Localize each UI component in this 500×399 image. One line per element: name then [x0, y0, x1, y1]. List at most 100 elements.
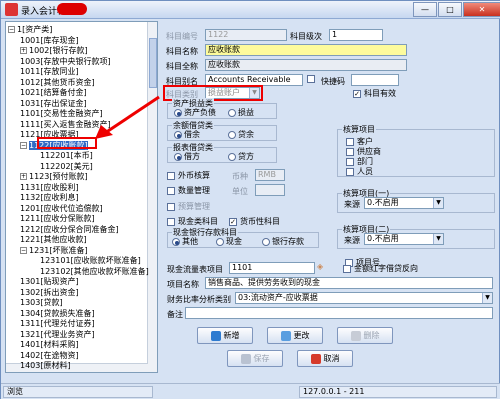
- tree-vertical-scrollbar[interactable]: [147, 22, 157, 372]
- tree-node[interactable]: 1201[应收代位追偿款]: [20, 203, 103, 214]
- qty-checkbox[interactable]: 数量管理: [167, 185, 210, 196]
- cashflow-field[interactable]: 1101: [229, 262, 315, 274]
- delete-button[interactable]: 删除: [337, 327, 393, 344]
- debit-radio[interactable]: 借余: [174, 129, 200, 140]
- foreign-checkbox[interactable]: 外币核算: [167, 170, 210, 181]
- chevron-down-icon[interactable]: ▼: [433, 234, 443, 244]
- budget-checkbox[interactable]: 预算管理: [167, 201, 210, 212]
- shortcode-field[interactable]: [351, 74, 399, 86]
- tree-node[interactable]: 1011[存放同业]: [20, 66, 79, 77]
- ratio-select[interactable]: 03:流动资产-应收票据 ▼: [235, 292, 493, 304]
- tree-expander-icon[interactable]: −: [8, 26, 15, 33]
- shortcode-flag[interactable]: [307, 74, 318, 83]
- radio-dot[interactable]: [216, 237, 224, 246]
- checkbox-box[interactable]: [346, 157, 354, 166]
- lookup-icon[interactable]: ◈: [317, 262, 323, 271]
- account-tree[interactable]: −1[资产类] 1001[库存现金] +1002[银行存款] 1003[存放中央银行款…: [5, 21, 158, 373]
- radio-dot[interactable]: [174, 130, 182, 139]
- item-field[interactable]: 销售商品、提供劳务收到的现金: [205, 277, 493, 289]
- radio-dot[interactable]: [174, 152, 182, 161]
- checkbox-box[interactable]: [346, 137, 354, 146]
- tree-node[interactable]: 112202[美元]: [40, 161, 93, 172]
- cash-radio[interactable]: 现金: [216, 236, 242, 247]
- checkbox-box[interactable]: [167, 186, 175, 195]
- shortcode-checkbox[interactable]: [307, 74, 315, 83]
- unit-field[interactable]: [255, 184, 285, 196]
- maximize-button[interactable]: □: [438, 2, 462, 17]
- tree-node[interactable]: 1012[其他货币资金]: [20, 77, 95, 88]
- aux2-select[interactable]: 0.不启用 ▼: [364, 233, 444, 245]
- radio-dot[interactable]: [172, 237, 180, 246]
- tree-node[interactable]: 1301[贴现资产]: [20, 276, 79, 287]
- tree-node[interactable]: 1311[代理兑付证券]: [20, 318, 95, 329]
- edit-button[interactable]: 更改: [267, 327, 323, 344]
- tree-node[interactable]: 1302[拆出资金]: [20, 287, 79, 298]
- tree-node[interactable]: 1221[其他应收款]: [20, 234, 87, 245]
- cancel-button[interactable]: 取消: [297, 350, 353, 367]
- report-debit-radio[interactable]: 借方: [174, 151, 200, 162]
- checkbox-box[interactable]: [346, 167, 354, 176]
- tree-expander-icon[interactable]: −: [20, 246, 27, 254]
- tree-node[interactable]: 1402[在途物资]: [20, 350, 79, 361]
- tree-node[interactable]: 1401[材料采购]: [20, 339, 79, 350]
- monetary-checkbox[interactable]: ✓ 货币性科目: [229, 216, 280, 227]
- check-icon[interactable]: ✓: [229, 217, 237, 226]
- tree-node[interactable]: 1403[原材料]: [20, 360, 71, 371]
- checkbox-box[interactable]: [346, 147, 354, 156]
- chevron-down-icon[interactable]: ▼: [433, 198, 443, 208]
- tree-node[interactable]: 1131[应收股利]: [20, 182, 79, 193]
- tree-node[interactable]: 1303[贷款]: [20, 297, 63, 308]
- radio-dot[interactable]: [228, 108, 236, 117]
- tree-node[interactable]: −1231[坏账准备]: [20, 245, 88, 256]
- checkbox-box[interactable]: [167, 217, 175, 226]
- tree-node[interactable]: 1211[应收分保账款]: [20, 213, 95, 224]
- checkbox-box[interactable]: [167, 171, 175, 180]
- valid-checkbox[interactable]: ✓ 科目有效: [353, 88, 396, 99]
- credit-radio[interactable]: 贷余: [228, 129, 254, 140]
- save-button[interactable]: 保存: [227, 350, 283, 367]
- chevron-down-icon[interactable]: ▼: [249, 88, 259, 98]
- checkbox-box[interactable]: [343, 264, 351, 273]
- check-icon[interactable]: ✓: [353, 89, 361, 98]
- tree-node[interactable]: +1123[预付账款]: [20, 171, 88, 182]
- tree-node[interactable]: 1304[贷款损失准备]: [20, 308, 95, 319]
- minimize-button[interactable]: —: [413, 2, 437, 17]
- radio-dot[interactable]: [228, 152, 236, 161]
- person-checkbox[interactable]: 人员: [346, 166, 373, 177]
- tree-node[interactable]: 1001[库存现金]: [20, 35, 79, 46]
- cash-class-checkbox[interactable]: 现金类科目: [167, 216, 218, 227]
- radio-dot[interactable]: [228, 130, 236, 139]
- tree-expander-icon[interactable]: +: [20, 173, 27, 180]
- bank-radio[interactable]: 银行存款: [262, 236, 304, 247]
- other-radio[interactable]: 其他: [172, 236, 198, 247]
- tree-node[interactable]: 1321[代理业务资产]: [20, 329, 95, 340]
- asset-debt-radio[interactable]: 资产负债: [174, 107, 216, 118]
- code-field[interactable]: 1122: [205, 29, 287, 41]
- redflag-checkbox[interactable]: 金额红字借贷反向: [343, 263, 418, 274]
- new-button[interactable]: 新增: [197, 327, 253, 344]
- tree-node[interactable]: −1[资产类]: [8, 24, 52, 35]
- tree-node[interactable]: 1021[结算备付金]: [20, 87, 87, 98]
- tree-expander-icon[interactable]: −: [20, 141, 27, 149]
- remark-field[interactable]: [185, 307, 493, 319]
- report-credit-radio[interactable]: 贷方: [228, 151, 254, 162]
- scroll-thumb[interactable]: [149, 38, 157, 88]
- tree-node[interactable]: 123102[其他应收款坏账准备]: [40, 266, 149, 277]
- radio-dot[interactable]: [262, 237, 270, 246]
- tree-node[interactable]: 1212[应收分保合同准备金]: [20, 224, 119, 235]
- radio-dot[interactable]: [174, 108, 182, 117]
- tree-expander-icon[interactable]: +: [20, 47, 27, 54]
- tree-node[interactable]: 1003[存放中央银行款项]: [20, 56, 111, 67]
- currency-field[interactable]: RMB: [255, 169, 285, 181]
- chevron-down-icon[interactable]: ▼: [482, 293, 492, 303]
- tree-node[interactable]: 1031[存出保证金]: [20, 98, 87, 109]
- name-field[interactable]: 应收账款: [205, 44, 407, 56]
- level-field[interactable]: 1: [329, 29, 383, 41]
- profit-loss-radio[interactable]: 损益: [228, 107, 254, 118]
- tree-node[interactable]: 123101[应收账款坏账准备]: [40, 255, 141, 266]
- checkbox-box[interactable]: [167, 202, 175, 211]
- fullname-field[interactable]: 应收账款: [205, 59, 407, 71]
- tree-node[interactable]: 112201[本币]: [40, 150, 93, 161]
- aux1-select[interactable]: 0.不启用 ▼: [364, 197, 444, 209]
- close-button[interactable]: ✕: [463, 2, 500, 17]
